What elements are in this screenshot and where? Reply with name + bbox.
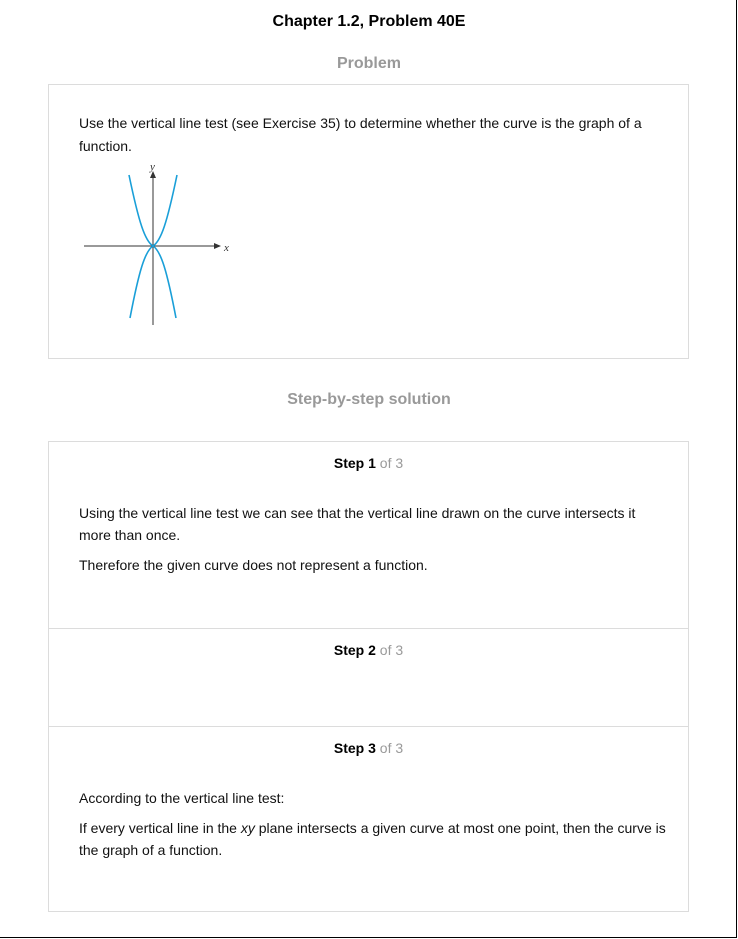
step-3-rule-italic: xy (240, 820, 255, 836)
step-3-body: According to the vertical line test: If … (79, 787, 669, 869)
curve-graph: x y (84, 161, 229, 325)
step-3-paragraph-1: According to the vertical line test: (79, 790, 285, 806)
step-3-of: of 3 (379, 740, 404, 756)
step-1-paragraph-1: Using the vertical line test we can see … (79, 505, 636, 543)
step-2-header: Step 2 of 3 (49, 642, 688, 658)
solution-box: Step 1 of 3 Using the vertical line test… (48, 441, 689, 912)
step-2-number: 2 (368, 642, 376, 658)
x-axis-arrow (214, 243, 221, 249)
problem-heading: Problem (336, 55, 401, 72)
step-1-label: Step (333, 455, 365, 471)
step-1-body: Using the vertical line test we can see … (79, 502, 669, 584)
chapter-title: Chapter 1.2, Problem 40E (272, 13, 466, 30)
problem-box: Use the vertical line test (see Exercise… (48, 84, 689, 359)
step-1-of: of 3 (379, 455, 404, 471)
step-2-label: Step (333, 642, 365, 658)
step-2-of: of 3 (379, 642, 404, 658)
x-axis-label: x (223, 242, 229, 254)
step-1: Step 1 of 3 Using the vertical line test… (49, 442, 688, 628)
step-1-paragraph-2: Therefore the given curve does not repre… (79, 557, 428, 573)
step-3-header: Step 3 of 3 (49, 740, 688, 756)
y-axis-label: y (149, 161, 155, 173)
step-3-rule-before: If every vertical line in the (79, 820, 241, 836)
step-1-header: Step 1 of 3 (49, 455, 688, 471)
step-3-label: Step (333, 740, 365, 756)
step-1-number: 1 (368, 455, 376, 471)
solution-heading: Step-by-step solution (287, 391, 451, 408)
step-3-number: 3 (368, 740, 376, 756)
step-3: Step 3 of 3 According to the vertical li… (49, 726, 688, 912)
step-3-rule: If every vertical line in the xy plane i… (79, 817, 669, 861)
step-2: Step 2 of 3 (49, 628, 688, 726)
problem-text: Use the vertical line test (see Exercise… (79, 115, 642, 154)
